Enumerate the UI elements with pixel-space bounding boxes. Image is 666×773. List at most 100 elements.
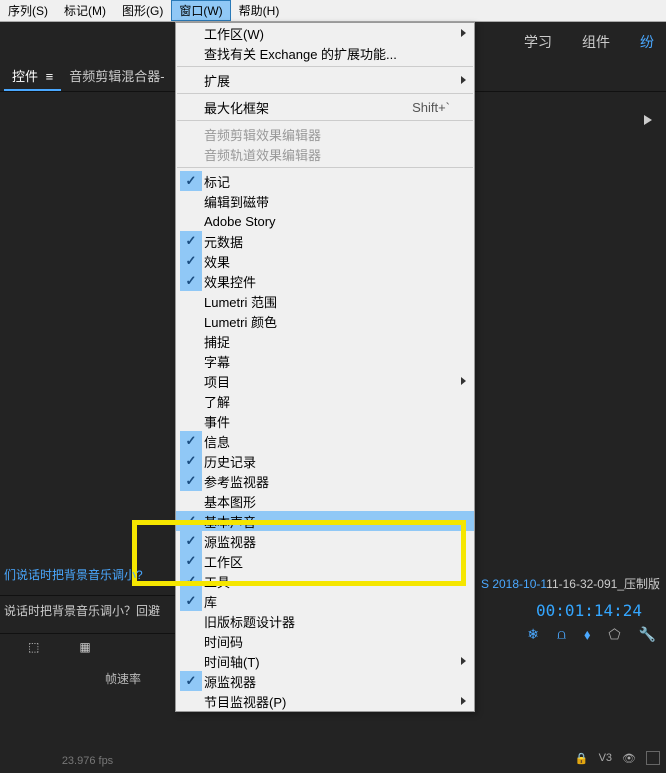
menu-accelerator: Shift+` bbox=[412, 100, 450, 115]
bin-icon[interactable]: ⬚ bbox=[28, 640, 39, 654]
menu-marker[interactable]: 标记(M) bbox=[56, 0, 114, 21]
menu-item[interactable]: 项目 bbox=[176, 371, 474, 391]
menu-item[interactable]: Lumetri 颜色 bbox=[176, 311, 474, 331]
project-item-active[interactable]: 们说话时把背景音乐调小? bbox=[0, 560, 175, 595]
menu-item[interactable]: ✓工具 bbox=[176, 571, 474, 591]
menu-item-label: 信息 bbox=[204, 432, 450, 451]
menu-item[interactable]: 最大化框架 Shift+` bbox=[176, 97, 474, 117]
panel-menu-icon[interactable]: ≡ bbox=[46, 69, 54, 84]
panel-tab-audio-mixer[interactable]: 音频剪辑混合器- bbox=[61, 62, 172, 91]
panel-tab-effects-controls[interactable]: 控件 ≡ bbox=[4, 62, 61, 91]
menu-item-label: 参考监视器 bbox=[204, 472, 450, 491]
menu-item[interactable]: 字幕 bbox=[176, 351, 474, 371]
workspace-extra[interactable]: 纷 bbox=[640, 32, 654, 52]
eye-icon[interactable]: 👁 bbox=[622, 752, 636, 765]
menu-item[interactable]: ✓源监视器 bbox=[176, 531, 474, 551]
menu-item[interactable]: Adobe Story bbox=[176, 211, 474, 231]
menu-item-label: 查找有关 Exchange 的扩展功能... bbox=[204, 44, 450, 63]
menu-help[interactable]: 帮助(H) bbox=[231, 0, 288, 21]
menu-item-label: 节目监视器(P) bbox=[204, 692, 450, 711]
menu-item-label: 标记 bbox=[204, 172, 450, 191]
lock-icon[interactable]: 🔒 bbox=[575, 752, 589, 765]
menu-item-label: 事件 bbox=[204, 412, 450, 431]
track-toggle[interactable] bbox=[646, 751, 660, 765]
menu-item-label: 历史记录 bbox=[204, 452, 450, 471]
check-icon: ✓ bbox=[180, 671, 202, 691]
menu-sequence[interactable]: 序列(S) bbox=[0, 0, 56, 21]
menu-item: 音频轨道效果编辑器 bbox=[176, 144, 474, 164]
menu-item[interactable]: 捕捉 bbox=[176, 331, 474, 351]
menu-item[interactable]: ✓库 bbox=[176, 591, 474, 611]
menubar: 序列(S) 标记(M) 图形(G) 窗口(W) 帮助(H) bbox=[0, 0, 666, 22]
menu-item[interactable]: 旧版标题设计器 bbox=[176, 611, 474, 631]
check-icon bbox=[180, 611, 202, 631]
menu-item[interactable]: 扩展 bbox=[176, 70, 474, 90]
menu-item[interactable]: Lumetri 范围 bbox=[176, 291, 474, 311]
check-icon: ✓ bbox=[180, 571, 202, 591]
track-header: 🔒 V3 👁 bbox=[575, 751, 660, 765]
menu-item[interactable]: 基本图形 bbox=[176, 491, 474, 511]
check-icon: ✓ bbox=[180, 511, 202, 531]
check-icon: ✓ bbox=[180, 551, 202, 571]
check-icon bbox=[180, 411, 202, 431]
check-icon: ✓ bbox=[180, 451, 202, 471]
check-icon bbox=[180, 351, 202, 371]
workspace-component[interactable]: 组件 bbox=[582, 32, 610, 52]
menu-item-label: 最大化框架 bbox=[204, 98, 402, 117]
track-label[interactable]: V3 bbox=[599, 752, 612, 764]
project-item[interactable]: 说话时把背景音乐调小？回避 bbox=[0, 595, 175, 633]
check-icon: ✓ bbox=[180, 591, 202, 611]
check-icon: ✓ bbox=[180, 171, 202, 191]
framerate-value: 23.976 fps bbox=[0, 687, 175, 767]
new-item-icon[interactable]: ▦ bbox=[79, 640, 90, 654]
marker-icon[interactable]: ⬧ bbox=[584, 626, 590, 643]
menu-item[interactable]: ✓历史记录 bbox=[176, 451, 474, 471]
check-icon: ✓ bbox=[180, 471, 202, 491]
menu-item[interactable]: ✓工作区 bbox=[176, 551, 474, 571]
check-icon bbox=[180, 23, 202, 43]
check-icon bbox=[180, 97, 202, 117]
menu-item-label: 字幕 bbox=[204, 352, 450, 371]
check-icon bbox=[180, 144, 202, 164]
menu-item[interactable]: 时间码 bbox=[176, 631, 474, 651]
menu-item[interactable]: 编辑到磁带 bbox=[176, 191, 474, 211]
shield-icon[interactable]: ⬠ bbox=[608, 626, 620, 643]
menu-item[interactable]: ✓元数据 bbox=[176, 231, 474, 251]
menu-item[interactable]: ✓效果 bbox=[176, 251, 474, 271]
timecode[interactable]: 00:01:14:24 bbox=[536, 601, 642, 620]
menu-item-label: 音频轨道效果编辑器 bbox=[204, 145, 450, 164]
menu-item[interactable]: 了解 bbox=[176, 391, 474, 411]
menu-item[interactable]: ✓标记 bbox=[176, 171, 474, 191]
menu-item-label: 库 bbox=[204, 592, 450, 611]
check-icon bbox=[180, 691, 202, 711]
menu-graphics[interactable]: 图形(G) bbox=[114, 0, 171, 21]
wrench-icon[interactable]: 🔧 bbox=[639, 626, 656, 643]
menu-item[interactable]: ✓基本声音 bbox=[176, 511, 474, 531]
menu-item[interactable]: ✓源监视器 bbox=[176, 671, 474, 691]
magnet-icon[interactable]: ⩍ bbox=[557, 626, 566, 643]
play-icon[interactable] bbox=[644, 115, 652, 125]
menu-window[interactable]: 窗口(W) bbox=[171, 0, 230, 21]
check-icon bbox=[180, 651, 202, 671]
check-icon bbox=[180, 331, 202, 351]
menu-item[interactable]: ✓参考监视器 bbox=[176, 471, 474, 491]
menu-item[interactable]: ✓效果控件 bbox=[176, 271, 474, 291]
menu-item-label: 音频剪辑效果编辑器 bbox=[204, 125, 450, 144]
menu-item[interactable]: 查找有关 Exchange 的扩展功能... bbox=[176, 43, 474, 63]
clip-filename: S 2018-10-111-16-32-091_压制版 bbox=[481, 575, 660, 592]
workspace-learn[interactable]: 学习 bbox=[524, 32, 552, 52]
check-icon bbox=[180, 311, 202, 331]
menu-item-label: 扩展 bbox=[204, 71, 450, 90]
menu-item[interactable]: 节目监视器(P) bbox=[176, 691, 474, 711]
menu-item-label: 项目 bbox=[204, 372, 450, 391]
menu-item-label: 源监视器 bbox=[204, 532, 450, 551]
snap-icon[interactable]: ❄ bbox=[527, 626, 539, 643]
menu-item[interactable]: 工作区(W) bbox=[176, 23, 474, 43]
check-icon bbox=[180, 124, 202, 144]
check-icon: ✓ bbox=[180, 231, 202, 251]
menu-item[interactable]: 事件 bbox=[176, 411, 474, 431]
timeline-tools: ❄ ⩍ ⬧ ⬠ 🔧 bbox=[527, 626, 656, 643]
menu-item[interactable]: ✓信息 bbox=[176, 431, 474, 451]
menu-item-label: 编辑到磁带 bbox=[204, 192, 450, 211]
menu-item[interactable]: 时间轴(T) bbox=[176, 651, 474, 671]
